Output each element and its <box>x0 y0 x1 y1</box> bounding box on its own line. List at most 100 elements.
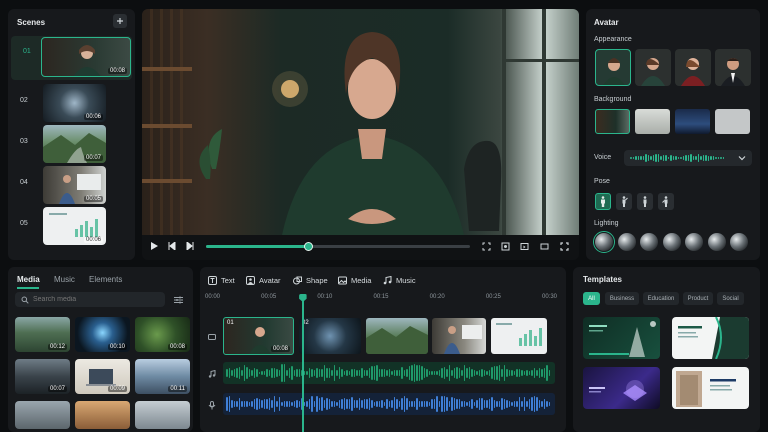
pose-option[interactable] <box>637 193 653 210</box>
scene-item[interactable]: 03 00:07 <box>11 124 132 164</box>
timeline-clip[interactable] <box>432 318 486 354</box>
timeline-clip[interactable] <box>491 318 547 354</box>
appearance-option[interactable] <box>675 49 711 86</box>
waveform-bar <box>453 368 455 378</box>
filter-chip-all[interactable]: All <box>583 292 600 305</box>
waveform-bar <box>428 401 430 407</box>
media-item[interactable]: 00:12 <box>15 317 70 352</box>
scene-item[interactable]: 02 00:06 <box>11 83 132 123</box>
background-option[interactable] <box>715 109 750 134</box>
timeline-ruler[interactable]: 00:00 00:05 00:10 00:15 00:20 00:25 00:30 <box>200 293 566 305</box>
voice-select[interactable] <box>624 150 752 166</box>
media-item[interactable]: 00:11 <box>135 359 190 394</box>
appearance-option[interactable] <box>635 49 671 86</box>
tab-media[interactable]: Media <box>17 275 40 284</box>
cast-button[interactable] <box>518 240 530 252</box>
lighting-option[interactable] <box>707 233 726 251</box>
voice-track[interactable] <box>223 393 555 415</box>
media-item[interactable] <box>135 401 190 429</box>
skip-forward-icon <box>186 242 194 250</box>
media-item[interactable]: 00:08 <box>135 317 190 352</box>
pose-option[interactable] <box>616 193 632 210</box>
waveform-bar <box>236 367 238 379</box>
waveform-bar <box>316 367 318 379</box>
toolbar-media[interactable]: Media <box>338 274 371 286</box>
toolbar-shape[interactable]: Shape <box>293 274 328 286</box>
skip-forward-button[interactable] <box>184 240 196 252</box>
waveform-bar <box>416 364 418 382</box>
timeline-clip[interactable]: 02 <box>299 318 361 354</box>
filter-chip-education[interactable]: Education <box>643 292 679 305</box>
tab-music[interactable]: Music <box>54 275 75 284</box>
scene-thumbnail: 00:07 <box>43 125 106 163</box>
waveform-bar <box>338 367 340 379</box>
lighting-option[interactable] <box>593 231 615 253</box>
waveform-bar <box>366 370 368 376</box>
media-item[interactable]: 00:10 <box>75 317 130 352</box>
music-note-icon <box>383 275 392 284</box>
template-card[interactable] <box>583 367 660 409</box>
waveform-bar <box>421 366 423 380</box>
timeline-clip[interactable]: 01 00:08 <box>223 317 294 355</box>
scene-number: 05 <box>20 220 28 227</box>
voice-waveform <box>630 150 730 166</box>
filter-chip-social[interactable]: Social <box>717 292 744 305</box>
background-option[interactable] <box>675 109 710 134</box>
scene-item[interactable]: 05 00:06 <box>11 206 132 246</box>
fullscreen-button[interactable] <box>558 240 570 252</box>
timeline-clip[interactable] <box>366 318 428 354</box>
template-card[interactable] <box>672 367 749 409</box>
music-track[interactable] <box>223 362 555 384</box>
play-button[interactable] <box>148 240 160 252</box>
search-field[interactable] <box>15 292 165 307</box>
media-item[interactable]: 00:09 <box>75 359 130 394</box>
lighting-option[interactable] <box>730 233 748 251</box>
aspect-ratio-button[interactable] <box>538 240 550 252</box>
media-item[interactable] <box>75 401 130 429</box>
appearance-option[interactable] <box>595 49 631 86</box>
template-card[interactable] <box>672 317 749 359</box>
waveform-bar <box>478 398 480 410</box>
pose-option[interactable] <box>595 193 611 210</box>
avatar-panel: Avatar Appearance Background Voice Pose … <box>586 9 760 260</box>
seek-bar[interactable] <box>206 242 470 251</box>
background-option[interactable] <box>635 109 670 134</box>
waveform-bar <box>657 154 659 162</box>
pose-option[interactable] <box>658 193 674 210</box>
toolbar-avatar[interactable]: Avatar <box>246 274 281 286</box>
lighting-option[interactable] <box>640 233 658 251</box>
scene-item[interactable]: 01 00:08 <box>11 36 132 80</box>
waveform-bar <box>303 371 305 375</box>
waveform-bar <box>401 367 403 379</box>
template-card[interactable] <box>583 317 660 359</box>
playhead[interactable] <box>299 294 307 432</box>
preview-canvas[interactable] <box>142 9 579 235</box>
snapshot-button[interactable] <box>499 240 511 252</box>
seek-handle[interactable] <box>304 242 314 251</box>
background-option[interactable] <box>595 109 630 134</box>
search-icon <box>21 296 29 304</box>
filter-chip-product[interactable]: Product <box>683 292 713 305</box>
search-input[interactable] <box>33 293 158 306</box>
filter-button[interactable] <box>172 294 184 306</box>
add-scene-button[interactable] <box>113 14 127 28</box>
toolbar-music[interactable]: Music <box>383 274 416 286</box>
appearance-option[interactable] <box>715 49 751 86</box>
waveform-bar <box>263 370 265 376</box>
filter-chip-business[interactable]: Business <box>605 292 639 305</box>
waveform-bar <box>323 399 325 409</box>
lighting-option[interactable] <box>662 233 681 251</box>
waveform-bar <box>458 399 460 409</box>
toolbar-text[interactable]: Text <box>208 274 235 286</box>
skip-back-button[interactable] <box>166 240 178 252</box>
scene-item[interactable]: 04 00:05 <box>11 165 132 205</box>
media-panel: Media Music Elements 00:12 00:10 00:08 0… <box>8 267 193 432</box>
waveform-bar <box>421 401 423 407</box>
waveform-bar <box>523 397 525 411</box>
media-item[interactable]: 00:07 <box>15 359 70 394</box>
lighting-option[interactable] <box>617 233 636 251</box>
media-item[interactable] <box>15 401 70 429</box>
lighting-option[interactable] <box>685 233 703 251</box>
crop-button[interactable] <box>480 240 492 252</box>
tab-elements[interactable]: Elements <box>89 275 122 284</box>
